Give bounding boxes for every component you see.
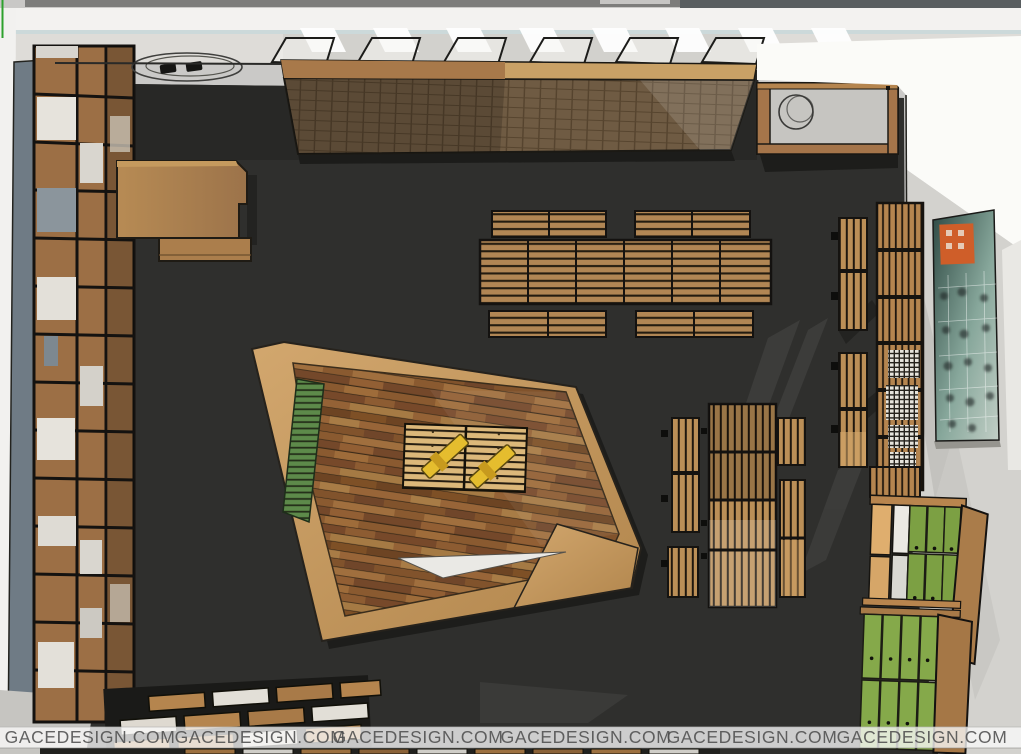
- bottom-edge-strip: [40, 748, 720, 754]
- watermark-text: GACEDESIGN.COM: [667, 727, 838, 747]
- sloped-wood-canopy: [281, 60, 757, 164]
- interior-render: GACEDESIGN.COM GACEDESIGN.COM GACEDESIGN…: [0, 0, 1021, 754]
- watermark-text: GACEDESIGN.COM: [501, 727, 672, 747]
- right-wall-poster: [933, 210, 1001, 449]
- poster-logo: [939, 223, 974, 264]
- top-dark-strip: [680, 0, 1021, 8]
- long-slat-table-vertical: [661, 404, 805, 607]
- green-guide-line: [2, 0, 4, 38]
- slat-piece: [870, 467, 920, 497]
- watermark-text: GACEDESIGN.COM: [837, 727, 1008, 747]
- locker-cells-upper: [907, 506, 961, 604]
- render-canvas: GACEDESIGN.COM GACEDESIGN.COM GACEDESIGN…: [0, 0, 1021, 754]
- service-cabinet: [757, 83, 898, 172]
- watermark-bar: GACEDESIGN.COM GACEDESIGN.COM GACEDESIGN…: [0, 727, 1021, 748]
- right-slat-bookshelf: [870, 203, 923, 497]
- watermark-text: GACEDESIGN.COM: [333, 727, 504, 747]
- watermark-text: GACEDESIGN.COM: [5, 727, 176, 747]
- watermark-text: GACEDESIGN.COM: [175, 727, 346, 747]
- top-gray-strip: [25, 0, 680, 7]
- left-cube-shelving: [34, 46, 134, 722]
